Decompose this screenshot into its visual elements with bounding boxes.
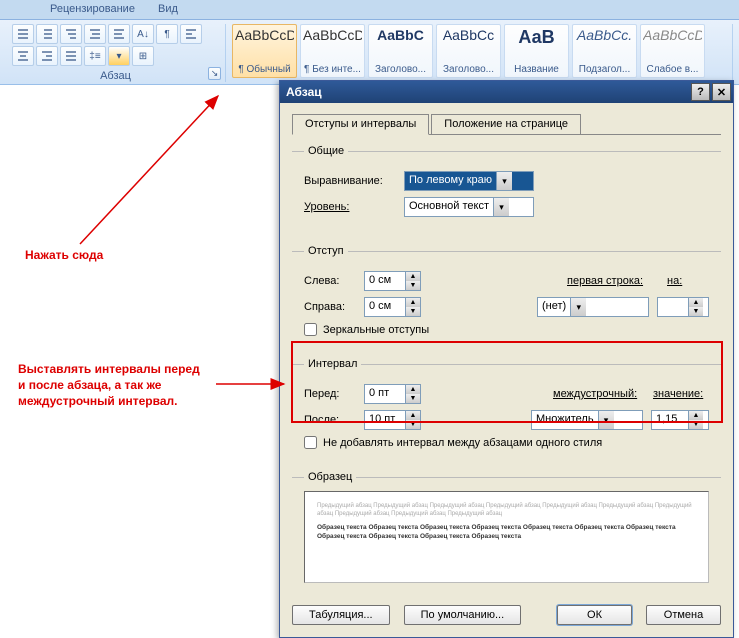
firstline-label: первая строка:: [567, 275, 659, 287]
borders-icon[interactable]: ⊞: [132, 46, 154, 66]
before-label: Перед:: [304, 388, 356, 400]
tab-review[interactable]: Рецензирование: [40, 0, 145, 19]
style-heading2[interactable]: AaBbCc Заголово...: [436, 24, 501, 78]
general-legend: Общие: [304, 145, 348, 157]
tab-position[interactable]: Положение на странице: [431, 114, 581, 135]
annotation-interval-3: междустрочный интервал.: [18, 394, 177, 408]
bullets-icon[interactable]: [12, 24, 34, 44]
dialog-titlebar[interactable]: Абзац ? ✕: [280, 81, 733, 103]
preview-box: Предыдущий абзац Предыдущий абзац Предыд…: [304, 491, 709, 583]
style-subtitle[interactable]: AaBbCc. Подзагол...: [572, 24, 637, 78]
no-add-same-style-checkbox[interactable]: Не добавлять интервал между абзацами одн…: [304, 436, 709, 449]
linespacing-combo[interactable]: Множитель: [531, 410, 643, 430]
ribbon-tabs: Рецензирование Вид: [0, 0, 739, 20]
annotation-interval-2: и после абзаца, а так же: [18, 378, 161, 392]
style-nospacing[interactable]: AaBbCcDd ¶ Без инте...: [300, 24, 365, 78]
pilcrow-icon[interactable]: ¶: [156, 24, 178, 44]
after-spinner[interactable]: 10 пт ▲▼: [364, 410, 421, 430]
general-group: Общие Выравнивание: По левому краю Урове…: [292, 145, 721, 233]
help-icon[interactable]: ?: [691, 83, 710, 101]
spacing-group: Интервал Перед: 0 пт ▲▼ междустрочный: з…: [292, 358, 721, 459]
sort-icon[interactable]: A↓: [132, 24, 154, 44]
dialog-title: Абзац: [286, 85, 322, 99]
justify-icon[interactable]: [60, 46, 82, 66]
styles-group: AaBbCcDd ¶ Обычный AaBbCcDd ¶ Без инте..…: [226, 24, 733, 82]
tab-indents[interactable]: Отступы и интервалы: [292, 114, 429, 135]
style-normal[interactable]: AaBbCcDd ¶ Обычный: [232, 24, 297, 78]
at-label: значение:: [653, 388, 709, 400]
ok-button[interactable]: ОК: [557, 605, 632, 625]
align-left-icon[interactable]: [180, 24, 202, 44]
shading-icon[interactable]: ▾: [108, 46, 130, 66]
numbering-icon[interactable]: [36, 24, 58, 44]
indent-left-icon[interactable]: [84, 24, 106, 44]
paragraph-icon-row: A↓ ¶ ‡≡ ▾ ⊞: [12, 24, 219, 66]
style-subtle[interactable]: AaBbCcDd Слабое в...: [640, 24, 705, 78]
styles-gallery[interactable]: AaBbCcDd ¶ Обычный AaBbCcDd ¶ Без инте..…: [232, 24, 726, 78]
multilevel-icon[interactable]: [60, 24, 82, 44]
before-spinner[interactable]: 0 пт ▲▼: [364, 384, 421, 404]
line-spacing-icon[interactable]: ‡≡: [84, 46, 106, 66]
after-label: После:: [304, 414, 356, 426]
dialog-buttons: Табуляция... По умолчанию... ОК Отмена: [292, 605, 721, 625]
at-spinner[interactable]: 1,15 ▲▼: [651, 410, 709, 430]
default-button[interactable]: По умолчанию...: [404, 605, 522, 625]
indent-right-label: Справа:: [304, 301, 356, 313]
linespacing-label: междустрочный:: [553, 388, 645, 400]
annotation-click: Нажать сюда: [25, 248, 103, 262]
level-combo[interactable]: Основной текст: [404, 197, 534, 217]
tab-view[interactable]: Вид: [148, 0, 188, 19]
paragraph-dialog-launcher[interactable]: ↘: [208, 67, 221, 80]
paragraph-dialog: Абзац ? ✕ Отступы и интервалы Положение …: [279, 80, 734, 638]
indent-left-label: Слева:: [304, 275, 356, 287]
firstline-by-label: на:: [667, 275, 709, 287]
cancel-button[interactable]: Отмена: [646, 605, 721, 625]
style-title[interactable]: АаВ Название: [504, 24, 569, 78]
spacing-legend: Интервал: [304, 358, 361, 370]
alignment-label: Выравнивание:: [304, 175, 396, 187]
indent-group: Отступ Слева: 0 см ▲▼ первая строка: на:…: [292, 245, 721, 346]
firstline-combo[interactable]: (нет): [537, 297, 649, 317]
paragraph-group: A↓ ¶ ‡≡ ▾ ⊞ Абзац ↘: [6, 24, 226, 82]
align-center-icon[interactable]: [12, 46, 34, 66]
mirror-indents-checkbox[interactable]: Зеркальные отступы: [304, 323, 709, 336]
align-right-icon[interactable]: [36, 46, 58, 66]
style-heading1[interactable]: AaBbC Заголово...: [368, 24, 433, 78]
indent-left-spinner[interactable]: 0 см ▲▼: [364, 271, 421, 291]
ribbon: A↓ ¶ ‡≡ ▾ ⊞ Абзац ↘ AaBbCcDd ¶ Обычный A…: [0, 20, 739, 85]
alignment-combo[interactable]: По левому краю: [404, 171, 534, 191]
level-label: Уровень:: [304, 201, 396, 213]
preview-group: Образец Предыдущий абзац Предыдущий абза…: [292, 471, 721, 593]
annotation-interval-1: Выставлять интервалы перед: [18, 362, 200, 376]
preview-legend: Образец: [304, 471, 356, 483]
indent-right-spinner[interactable]: 0 см ▲▼: [364, 297, 421, 317]
indent-legend: Отступ: [304, 245, 348, 257]
firstline-by-spinner[interactable]: ▲▼: [657, 297, 709, 317]
tabs-button[interactable]: Табуляция...: [292, 605, 390, 625]
close-icon[interactable]: ✕: [712, 83, 731, 101]
indent-right-icon[interactable]: [108, 24, 130, 44]
dialog-tabs: Отступы и интервалы Положение на страниц…: [292, 113, 721, 135]
paragraph-group-label: Абзац: [12, 70, 219, 82]
